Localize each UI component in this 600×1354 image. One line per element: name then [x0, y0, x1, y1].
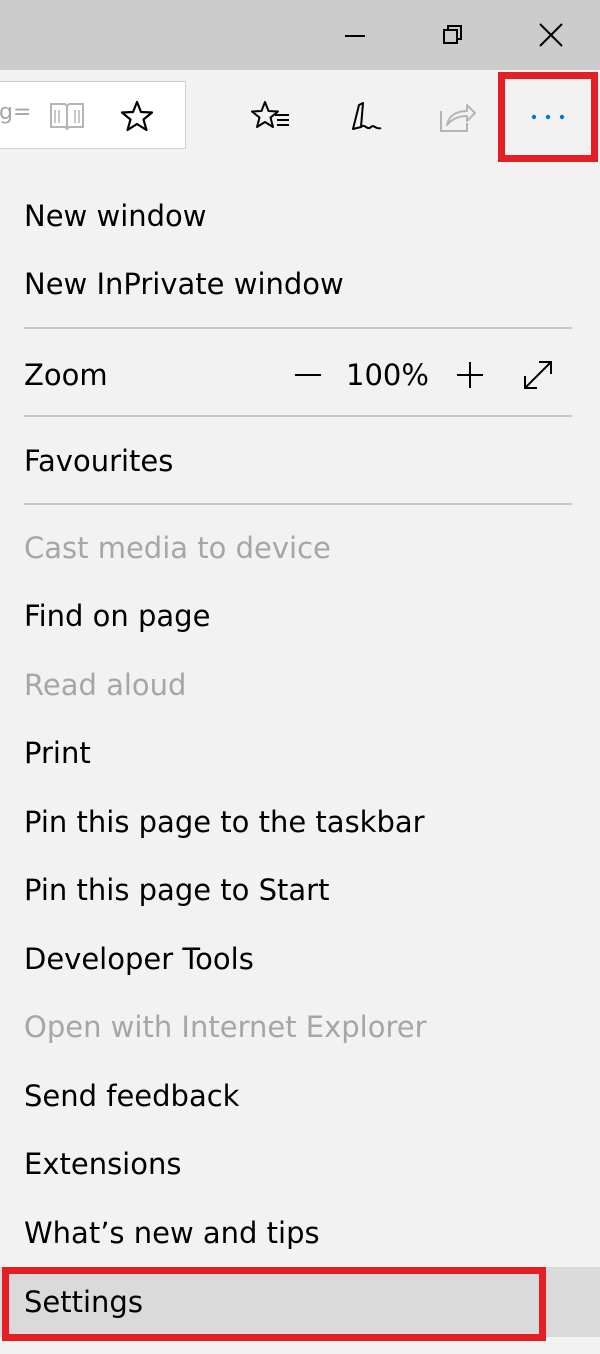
address-bar[interactable]: g= — [0, 81, 186, 149]
more-actions-menu: New window New InPrivate window Zoom 100… — [0, 164, 600, 1354]
menu-item-developer-tools[interactable]: Developer Tools — [0, 926, 600, 992]
menu-item-print[interactable]: Print — [0, 720, 600, 786]
menu-item-find-on-page[interactable]: Find on page — [0, 583, 600, 649]
menu-item-cast-media: Cast media to device — [24, 531, 331, 565]
menu-item-read-aloud: Read aloud — [24, 668, 187, 702]
minimize-button[interactable] — [306, 0, 404, 70]
share-icon — [440, 104, 476, 132]
zoom-row: Zoom 100% — [0, 342, 600, 408]
restore-button[interactable] — [404, 0, 502, 70]
restore-icon — [443, 25, 462, 44]
web-note-button[interactable] — [340, 92, 390, 142]
favorite-star-icon — [120, 100, 154, 132]
menu-item-new-inprivate-window[interactable]: New InPrivate window — [0, 251, 600, 317]
menu-item-pin-taskbar[interactable]: Pin this page to the taskbar — [0, 789, 600, 855]
close-button[interactable] — [502, 0, 600, 70]
more-icon — [531, 114, 565, 120]
menu-divider — [24, 415, 572, 417]
menu-item-open-internet-explorer: Open with Internet Explorer — [24, 1010, 427, 1044]
reading-view-icon — [50, 103, 84, 131]
favorites-hub-button[interactable] — [246, 92, 296, 142]
zoom-out-button[interactable] — [288, 350, 328, 400]
menu-item-extensions[interactable]: Extensions — [0, 1131, 600, 1197]
zoom-in-button[interactable] — [450, 350, 490, 400]
reading-view-button[interactable] — [47, 96, 87, 136]
zoom-level: 100% — [346, 358, 429, 392]
address-bar-text: g= — [0, 100, 32, 125]
menu-divider — [24, 503, 572, 505]
more-actions-button[interactable] — [498, 72, 598, 162]
minimize-icon — [345, 35, 365, 37]
browser-toolbar: g= — [0, 70, 600, 165]
menu-item-new-window[interactable]: New window — [0, 183, 600, 249]
menu-item-settings[interactable]: Settings — [0, 1267, 600, 1341]
minus-icon — [295, 374, 321, 376]
menu-divider — [24, 327, 572, 329]
close-icon — [539, 23, 563, 47]
title-bar — [0, 0, 600, 70]
zoom-label: Zoom — [24, 358, 108, 392]
menu-item-send-feedback[interactable]: Send feedback — [0, 1063, 600, 1129]
web-note-icon — [352, 102, 382, 130]
plus-icon — [457, 362, 483, 388]
favorites-hub-icon — [251, 101, 289, 128]
share-button[interactable] — [432, 92, 482, 142]
menu-item-whats-new[interactable]: What’s new and tips — [0, 1200, 600, 1266]
add-favorite-button[interactable] — [117, 96, 157, 136]
settings-label: Settings — [24, 1285, 143, 1319]
menu-item-pin-start[interactable]: Pin this page to Start — [0, 857, 600, 923]
full-screen-button[interactable] — [516, 350, 560, 400]
full-screen-icon — [524, 361, 552, 389]
menu-item-favourites[interactable]: Favourites — [0, 428, 600, 494]
